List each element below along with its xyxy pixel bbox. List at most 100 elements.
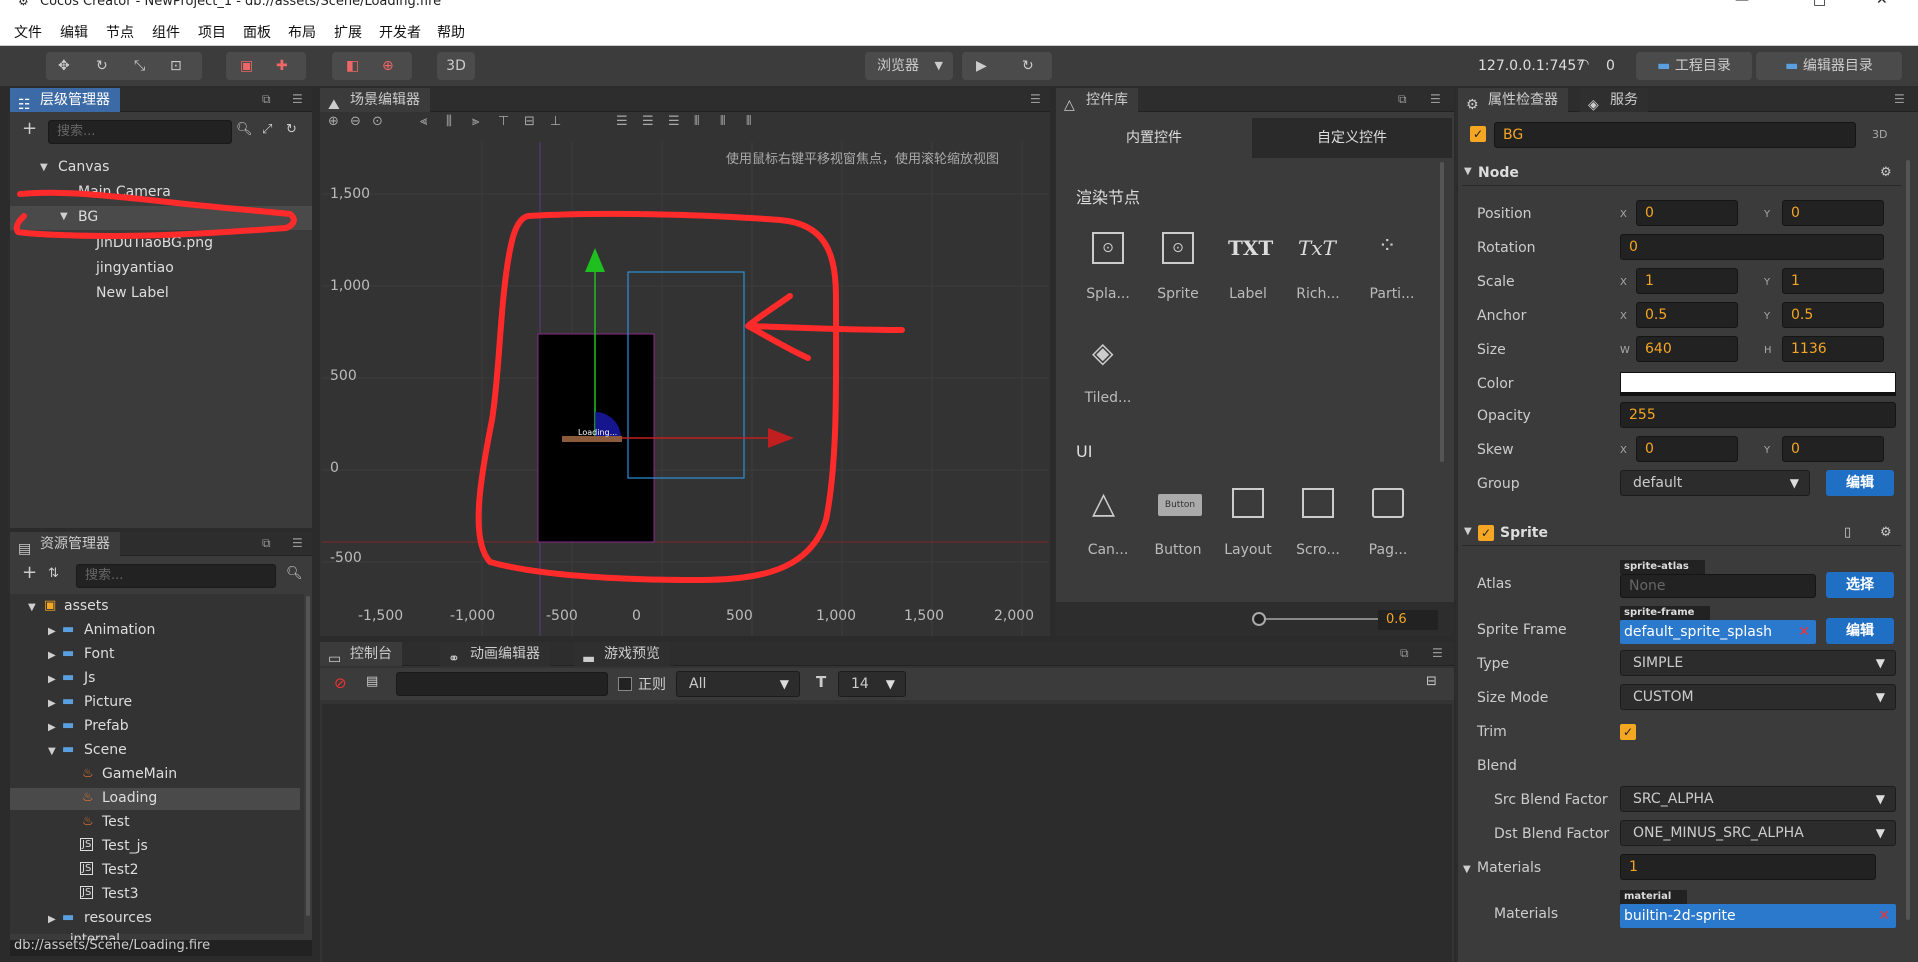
dst-blend-select[interactable]: ONE_MINUS_SRC_ALPHA ▼ — [1620, 820, 1896, 846]
close-button[interactable]: ✕ — [1876, 0, 1888, 8]
menu-edit[interactable]: 编辑 — [60, 22, 88, 42]
asset-item-assets[interactable]: assets — [64, 598, 109, 614]
sprite-frame-edit-button[interactable]: 编辑 — [1826, 618, 1894, 644]
distribute-bottom-icon[interactable]: ☰ — [668, 114, 680, 129]
zoom-in-icon[interactable]: ⊕ — [328, 114, 339, 129]
log-level-select[interactable]: All ▼ — [676, 671, 800, 697]
align-right-icon[interactable]: ⫸ — [472, 114, 479, 129]
trim-checkbox[interactable]: ✓ — [1620, 724, 1636, 740]
asset-item-prefab[interactable]: Prefab — [84, 718, 129, 734]
zoom-reset-icon[interactable]: ⊙ — [372, 114, 383, 129]
asset-item-picture[interactable]: Picture — [84, 694, 132, 710]
tab-game-preview[interactable]: ▬ 游戏预览 — [574, 642, 670, 667]
node-section-header[interactable]: ▼ Node ⚙ — [1462, 162, 1902, 186]
menu-icon[interactable]: ☰ — [292, 92, 303, 106]
asset-item-font[interactable]: Font — [84, 646, 114, 662]
chevron-down-icon[interactable]: ▼ — [1463, 864, 1471, 875]
tab-hierarchy[interactable]: ☷ 层级管理器 — [10, 88, 120, 113]
loading-label-node[interactable]: Loading... — [578, 428, 617, 437]
size-w-input[interactable]: 640 — [1636, 336, 1738, 362]
label-icon[interactable]: TXT — [1228, 236, 1273, 260]
clear-icon[interactable]: ✕ — [1798, 620, 1810, 644]
grid-icon[interactable]: ⊕ — [382, 52, 394, 80]
sprite-enabled-checkbox[interactable]: ✓ — [1478, 525, 1494, 541]
popout-icon[interactable]: ⧉ — [262, 92, 271, 107]
open-log-icon[interactable]: ▤ — [366, 674, 378, 689]
atlas-input[interactable]: None — [1620, 574, 1816, 598]
align-top-icon[interactable]: ⊤ — [498, 114, 509, 129]
menu-icon[interactable]: ☰ — [292, 536, 303, 550]
menu-project[interactable]: 项目 — [198, 22, 226, 42]
popout-icon[interactable]: ⧉ — [1400, 646, 1409, 661]
zoom-slider-thumb[interactable] — [1252, 612, 1266, 626]
asset-item-test-js[interactable]: Test_js — [102, 838, 148, 854]
tab-custom-controls[interactable]: 自定义控件 — [1252, 118, 1452, 158]
tab-console[interactable]: ▭ 控制台 — [320, 642, 402, 667]
tab-inspector[interactable]: ⚙ 属性检查器 — [1458, 88, 1568, 113]
add-node-icon[interactable]: + — [22, 118, 37, 139]
play-button[interactable]: ▶ ↻ — [962, 52, 1052, 80]
sprite-frame-input[interactable]: default_sprite_splash ✕ — [1620, 620, 1816, 644]
bg-expand-icon[interactable]: ▼ — [60, 211, 68, 222]
asset-item-loading-row[interactable]: ♨ Loading — [10, 788, 300, 810]
anchor-y-input[interactable]: 0.5 — [1782, 302, 1884, 328]
regex-checkbox[interactable] — [618, 677, 632, 691]
tab-control-library[interactable]: △ 控件库 — [1056, 88, 1138, 113]
search-icon[interactable]: 🔍︎ — [286, 566, 303, 581]
chevron-right-icon[interactable]: ▶ — [48, 722, 56, 733]
clear-icon[interactable]: ✕ — [1878, 904, 1890, 928]
chevron-right-icon[interactable]: ▶ — [48, 674, 56, 685]
inspector-scrollbar[interactable] — [1906, 160, 1910, 920]
particle-icon[interactable]: ⁘ — [1378, 234, 1396, 259]
align-hcenter-icon[interactable]: ⫼ — [446, 114, 452, 129]
snap-icon[interactable]: ◧ — [346, 52, 359, 80]
node-active-checkbox[interactable]: ✓ — [1470, 126, 1486, 142]
collapse-icon[interactable]: ⊟ — [1426, 674, 1437, 689]
size-mode-select[interactable]: CUSTOM ▼ — [1620, 684, 1896, 710]
control-library-scrollbar[interactable] — [1440, 162, 1444, 462]
menu-developer[interactable]: 开发者 — [379, 22, 421, 42]
chevron-right-icon[interactable]: ▶ — [48, 626, 56, 637]
sort-icon[interactable]: ⇅ — [48, 566, 59, 581]
rich-text-icon[interactable]: TxT — [1298, 236, 1336, 260]
zoom-out-icon[interactable]: ⊖ — [350, 114, 361, 129]
asset-item-scene[interactable]: Scene — [84, 742, 127, 758]
asset-item-resources[interactable]: resources — [84, 910, 152, 926]
layout-icon[interactable] — [1232, 488, 1264, 518]
sprite-section-header[interactable]: ▼ ✓ Sprite ▯ ⚙ — [1462, 522, 1902, 546]
editor-dir-button[interactable]: ▬ 编辑器目录 — [1756, 52, 1902, 80]
splash-sprite-icon[interactable]: ⊙ — [1092, 232, 1124, 264]
align-vcenter-icon[interactable]: ⊟ — [524, 114, 535, 129]
console-filter-input[interactable] — [396, 672, 608, 696]
font-size-select[interactable]: 14 ▼ — [838, 671, 906, 697]
color-swatch[interactable] — [1620, 372, 1896, 396]
skew-y-input[interactable]: 0 — [1782, 436, 1884, 462]
tab-services[interactable]: ◈ 服务 — [1580, 88, 1648, 113]
zoom-value[interactable]: 0.6 — [1378, 610, 1438, 630]
distribute-top-icon[interactable]: ☰ — [616, 114, 628, 129]
scene-viewport[interactable]: 使用鼠标右键平移视窗焦点，使用滚轮缩放视图 Loading... 1,500 1… — [322, 142, 1048, 636]
rotate-tool-icon[interactable]: ↻ — [96, 52, 108, 80]
chevron-right-icon[interactable]: ▶ — [48, 914, 56, 925]
button-icon[interactable]: Button — [1158, 494, 1202, 516]
materials-count-input[interactable]: 1 — [1620, 854, 1876, 880]
tab-animation-editor[interactable]: ⚭ 动画编辑器 — [440, 642, 550, 667]
popout-icon[interactable]: ⧉ — [1398, 92, 1407, 107]
asset-item-gamemain[interactable]: GameMain — [102, 766, 177, 782]
rotation-input[interactable]: 0 — [1620, 234, 1884, 260]
position-y-input[interactable]: 0 — [1782, 200, 1884, 226]
asset-item-animation[interactable]: Animation — [84, 622, 155, 638]
hierarchy-item-progress-bar[interactable]: jingyantiao — [96, 260, 174, 276]
minimize-button[interactable]: — — [1735, 0, 1749, 8]
asset-item-test[interactable]: Test — [102, 814, 130, 830]
add-asset-icon[interactable]: + — [22, 562, 37, 583]
tab-scene[interactable]: ⛰ 场景编辑器 — [320, 88, 430, 113]
hierarchy-item-canvas[interactable]: Canvas — [58, 159, 109, 175]
hierarchy-item-progress-bg[interactable]: JinDuTiaoBG.png — [96, 235, 213, 251]
position-x-input[interactable]: 0 — [1636, 200, 1738, 226]
distribute-hcenter-icon[interactable]: ⫴ — [720, 114, 725, 129]
scrollview-icon[interactable] — [1302, 488, 1334, 518]
chevron-down-icon[interactable]: ▼ — [28, 602, 36, 613]
menu-layout[interactable]: 布局 — [288, 22, 316, 42]
gizmo-x-arrow[interactable] — [768, 428, 794, 448]
